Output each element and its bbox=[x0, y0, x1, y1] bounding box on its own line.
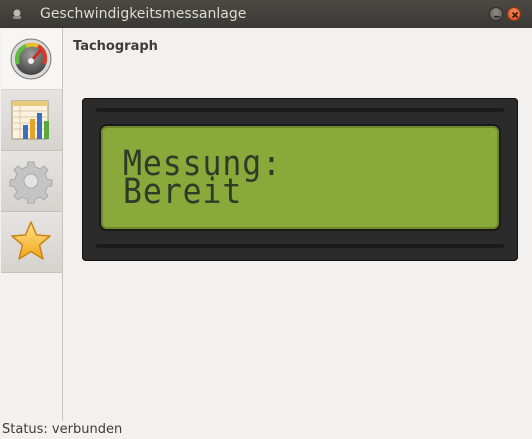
lcd-bottom-rail bbox=[96, 244, 504, 248]
status-text: Status: verbunden bbox=[2, 422, 123, 437]
app-icon bbox=[13, 9, 21, 19]
spreadsheet-chart-icon bbox=[11, 100, 49, 140]
status-bar: Status: verbunden bbox=[0, 421, 532, 439]
close-button[interactable] bbox=[507, 7, 521, 21]
minimize-button[interactable] bbox=[489, 7, 503, 21]
gear-icon bbox=[9, 161, 53, 204]
page-title: Tachograph bbox=[73, 39, 158, 54]
tab-tachograph[interactable] bbox=[1, 29, 62, 90]
speedometer-icon bbox=[10, 38, 52, 80]
lcd-screen: Messung: Bereit bbox=[101, 126, 499, 229]
tab-bar bbox=[0, 28, 63, 421]
minimize-icon bbox=[494, 16, 500, 18]
title-bar[interactable]: Geschwindigkeitsmessanlage bbox=[0, 0, 532, 28]
tab-settings[interactable] bbox=[1, 151, 62, 212]
lcd-top-rail bbox=[96, 108, 504, 112]
lcd-display: Messung: Bereit bbox=[82, 98, 518, 261]
window-title: Geschwindigkeitsmessanlage bbox=[40, 6, 247, 22]
star-icon bbox=[11, 221, 51, 260]
app-window: Geschwindigkeitsmessanlage Tachograph Me… bbox=[0, 0, 532, 439]
tab-statistics[interactable] bbox=[1, 90, 62, 151]
lcd-line-2: Bereit bbox=[123, 172, 243, 212]
tab-favorites[interactable] bbox=[1, 212, 62, 273]
close-icon bbox=[511, 11, 519, 19]
